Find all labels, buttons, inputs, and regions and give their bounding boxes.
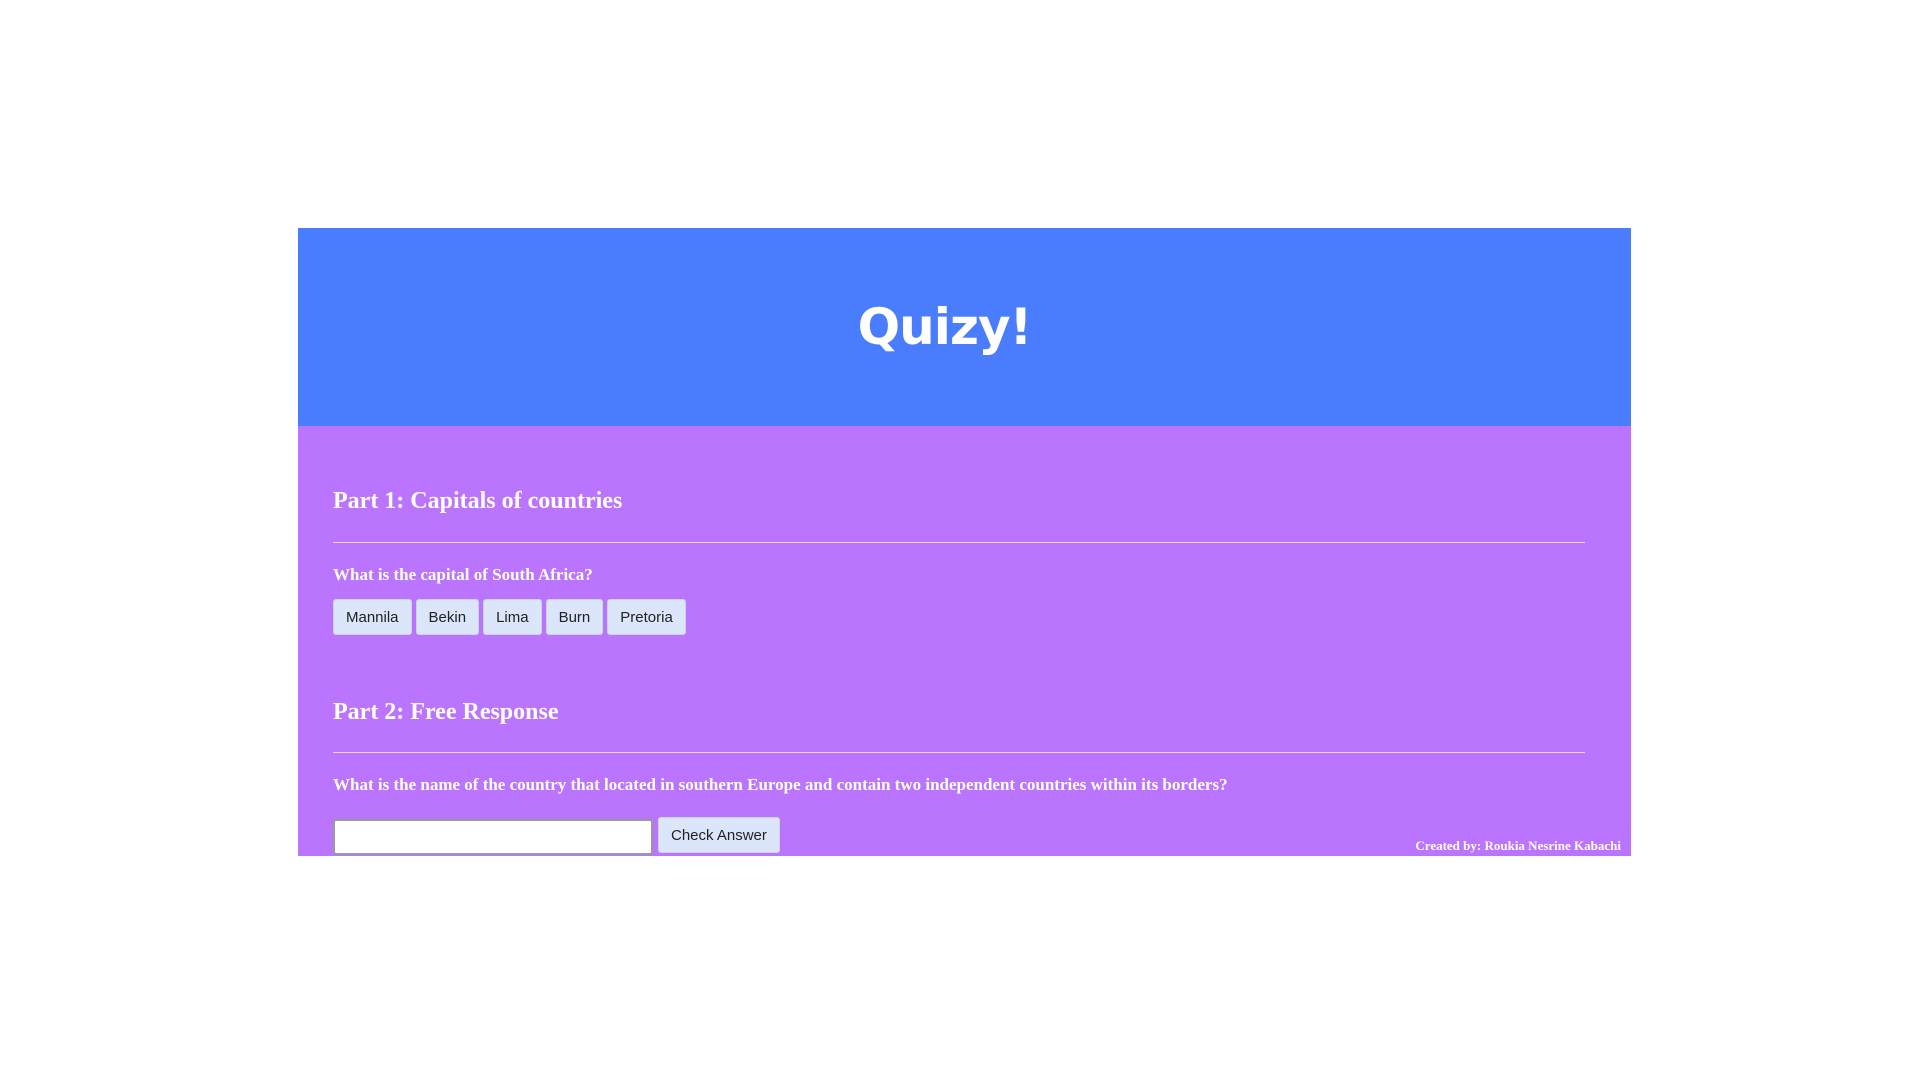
part2-question: What is the name of the country that loc… bbox=[333, 775, 1228, 794]
answer-button-lima[interactable]: Lima bbox=[483, 599, 542, 635]
answer-button-mannila[interactable]: Mannila bbox=[333, 599, 412, 635]
answer-button-pretoria[interactable]: Pretoria bbox=[607, 599, 686, 635]
header: Quizy! bbox=[298, 228, 1631, 426]
part2-divider bbox=[333, 752, 1585, 753]
part2-title: Part 2: Free Response bbox=[333, 699, 559, 725]
quiz-page: Quizy! Part 1: Capitals of countries Wha… bbox=[298, 228, 1631, 856]
part1-question: What is the capital of South Africa? bbox=[333, 565, 593, 584]
part1-title: Part 1: Capitals of countries bbox=[333, 488, 623, 514]
author-credit: Created by: Roukia Nesrine Kabachi bbox=[1415, 838, 1621, 853]
part1-divider bbox=[333, 542, 1585, 543]
free-response-input[interactable] bbox=[333, 819, 653, 855]
check-answer-button[interactable]: Check Answer bbox=[658, 817, 780, 853]
answer-button-burn[interactable]: Burn bbox=[545, 599, 604, 635]
free-response-row: Check Answer bbox=[333, 817, 1585, 855]
quiz-content: Part 1: Capitals of countries What is th… bbox=[298, 426, 1631, 856]
answer-options: Mannila Bekin Lima Burn Pretoria bbox=[333, 599, 1585, 635]
app-title: Quizy! bbox=[857, 298, 1033, 356]
answer-button-bekin[interactable]: Bekin bbox=[415, 599, 480, 635]
